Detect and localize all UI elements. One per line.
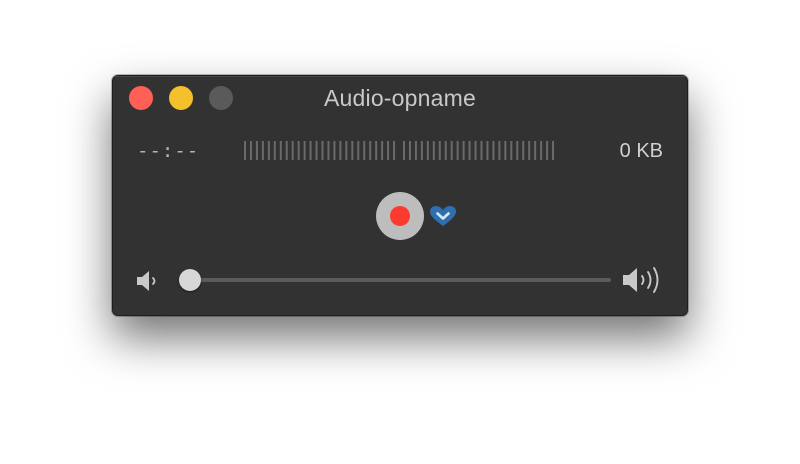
level-meter-bar	[468, 141, 471, 160]
level-meter-bar	[414, 141, 417, 160]
level-meter-bar	[315, 141, 318, 160]
level-meter-bar	[432, 141, 435, 160]
audio-recording-window: Audio-opname --:-- 0 KB	[112, 75, 688, 316]
level-meter-bar	[297, 141, 300, 160]
speaker-low-icon[interactable]	[135, 267, 163, 295]
level-meter-bar	[516, 141, 519, 160]
level-meter-bar	[387, 141, 390, 160]
level-meter-bar	[426, 141, 429, 160]
level-meter-bar	[363, 141, 366, 160]
level-meter-bar	[339, 141, 342, 160]
level-meter-bar	[546, 141, 549, 160]
level-meter-bar	[309, 141, 312, 160]
level-meter-bar	[279, 141, 282, 160]
elapsed-time: --:--	[137, 140, 200, 162]
level-meter-bar	[456, 141, 459, 160]
level-meter-bar	[522, 141, 525, 160]
level-meter-bar	[369, 141, 372, 160]
level-meter-bar	[420, 141, 423, 160]
chevron-down-icon[interactable]	[429, 205, 457, 227]
level-meter-bar	[534, 141, 537, 160]
level-meter-bar	[327, 141, 330, 160]
level-meter-bar	[492, 141, 495, 160]
level-meter-bar	[267, 141, 270, 160]
level-meter-bar	[486, 141, 489, 160]
level-meter-bar	[261, 141, 264, 160]
level-meter-bar	[303, 141, 306, 160]
level-meter-bar	[273, 141, 276, 160]
level-meter-bar	[450, 141, 453, 160]
window-title: Audio-opname	[323, 85, 476, 111]
level-meter-bar	[444, 141, 447, 160]
level-meter-bar	[285, 141, 288, 160]
level-meter-bar	[244, 141, 246, 160]
level-meter-bar	[249, 141, 252, 160]
level-meter-bar	[291, 141, 294, 160]
level-meter-bar	[528, 141, 531, 160]
level-meter-bar	[510, 141, 513, 160]
level-meter-bar	[474, 141, 477, 160]
level-meter-bar	[393, 141, 396, 160]
level-meter-bar	[345, 141, 348, 160]
record-button[interactable]	[376, 192, 424, 240]
level-meter-bar	[321, 141, 324, 160]
volume-slider[interactable]	[179, 266, 611, 294]
volume-slider-track[interactable]	[179, 278, 611, 282]
record-icon	[390, 206, 410, 226]
level-meter-bar	[403, 141, 405, 160]
level-meter-bar	[504, 141, 507, 160]
file-size: 0 KB	[619, 140, 663, 162]
level-meter-bar	[438, 141, 441, 160]
level-meter-bar	[351, 141, 354, 160]
level-meter-bar	[480, 141, 483, 160]
speaker-high-icon[interactable]	[621, 265, 667, 295]
level-meter-bar	[552, 141, 555, 160]
level-meter-bar	[357, 141, 360, 160]
level-meter-bar	[333, 141, 336, 160]
level-meter-bar	[498, 141, 501, 160]
level-meter-bar	[462, 141, 465, 160]
level-meter-bar	[540, 141, 543, 160]
level-meter	[244, 141, 555, 160]
level-meter-bar	[255, 141, 258, 160]
level-meter-bar	[381, 141, 384, 160]
volume-slider-knob[interactable]	[179, 269, 201, 291]
level-meter-bar	[408, 141, 411, 160]
level-meter-bar	[375, 141, 378, 160]
